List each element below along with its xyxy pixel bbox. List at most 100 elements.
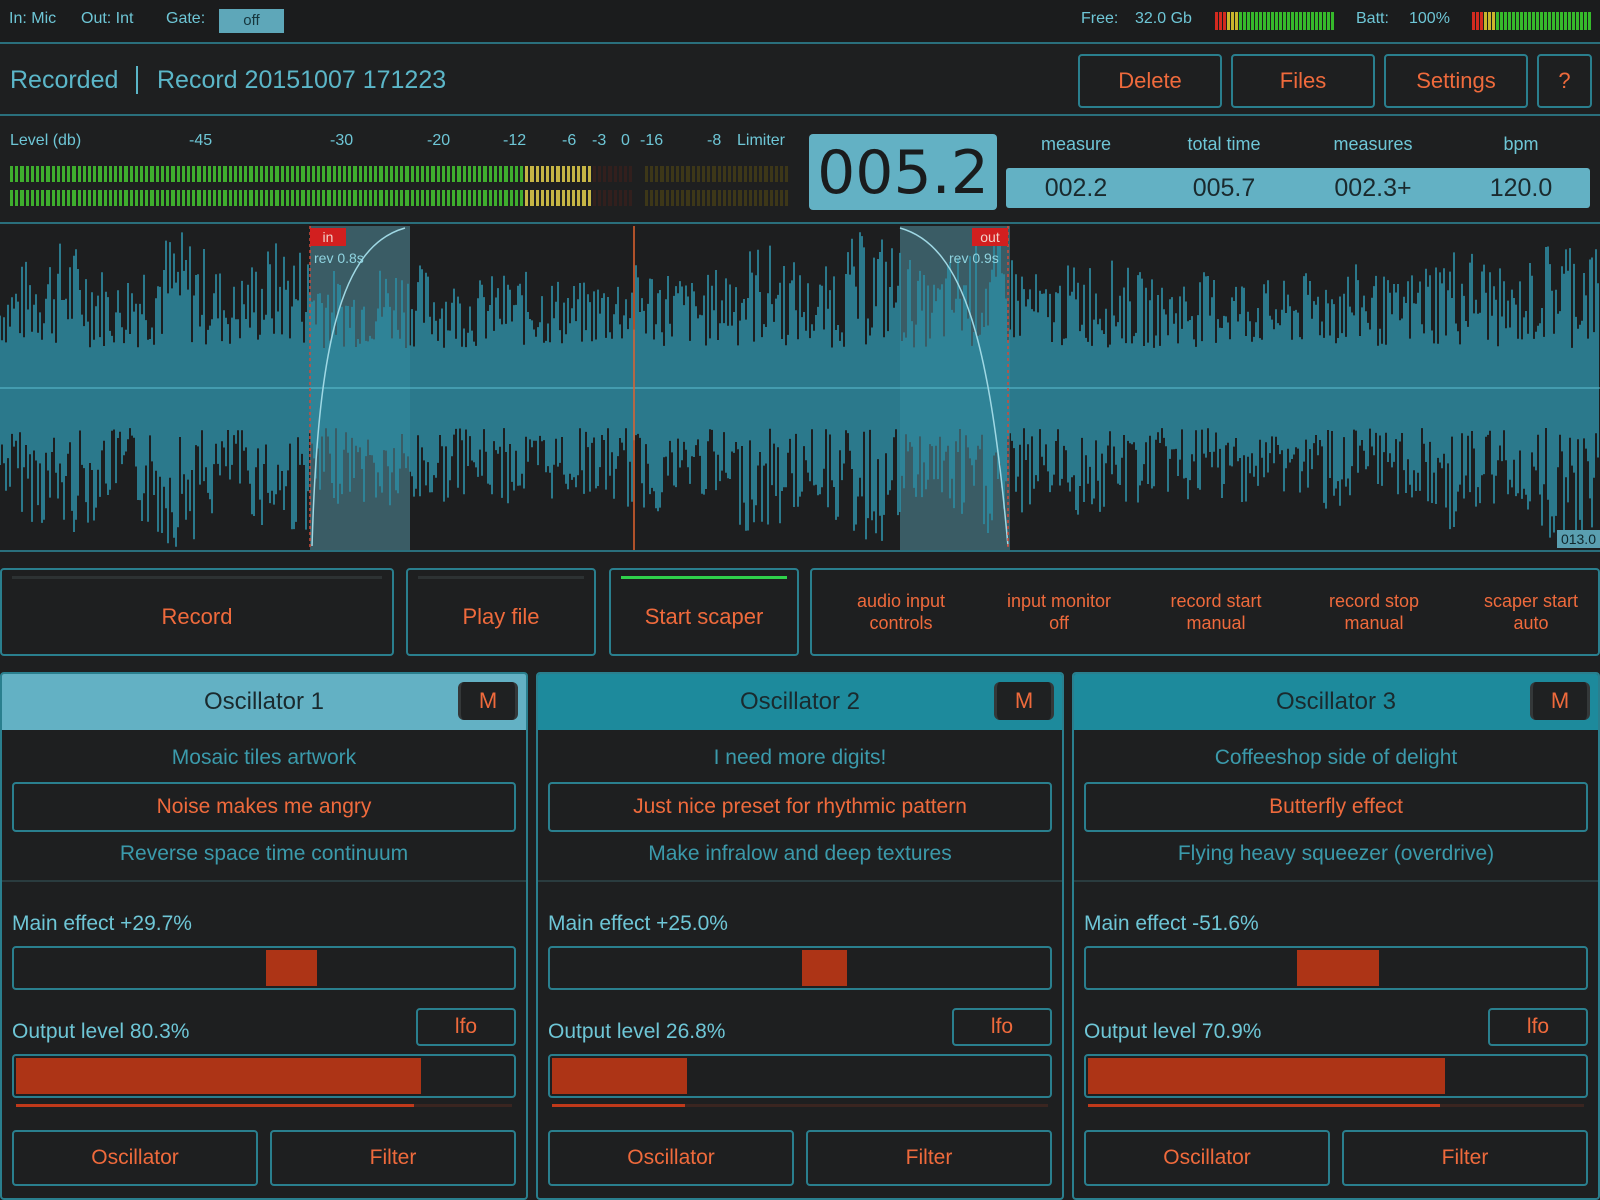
oscillator-button[interactable]: Oscillator	[548, 1130, 794, 1186]
record-button[interactable]: Record	[0, 568, 394, 656]
level-tick: -45	[189, 132, 213, 149]
free-space-value: 32.0 Gb	[1135, 10, 1192, 27]
filter-button[interactable]: Filter	[270, 1130, 516, 1186]
level-segment	[348, 166, 352, 182]
output-level-fill	[1088, 1058, 1446, 1094]
play-file-button[interactable]: Play file	[406, 568, 596, 656]
oscillator-panel: Oscillator 3 M Coffeeshop side of deligh…	[1072, 672, 1600, 1200]
level-segment	[186, 190, 191, 206]
current-preset[interactable]: Butterfly effect	[1084, 782, 1588, 832]
level-segment	[114, 166, 118, 182]
current-preset[interactable]: Noise makes me angry	[12, 782, 516, 832]
main-effect-slider[interactable]	[12, 946, 516, 990]
level-segment	[754, 166, 758, 182]
level-segment	[608, 190, 612, 206]
option-line: auto	[1513, 613, 1549, 633]
audio-input-controls-option[interactable]: audio input controls	[826, 590, 976, 634]
main-effect-label: Main effect +25.0%	[548, 912, 728, 935]
level-segment	[681, 166, 685, 182]
waveform-canvas[interactable]	[0, 226, 1600, 552]
previous-preset[interactable]: I need more digits!	[538, 746, 1062, 770]
lfo-button[interactable]: lfo	[416, 1008, 516, 1046]
next-preset[interactable]: Reverse space time continuum	[2, 842, 526, 866]
level-segment	[519, 166, 524, 182]
level-segment	[296, 166, 300, 182]
start-scaper-button[interactable]: Start scaper	[609, 568, 799, 656]
meter-segment	[1219, 12, 1222, 30]
previous-preset[interactable]: Coffeeshop side of delight	[1074, 746, 1598, 770]
recording-options-panel: audio input controls input monitor off r…	[810, 568, 1600, 656]
meter-segment	[1295, 12, 1298, 30]
option-line: controls	[869, 613, 933, 633]
level-segment	[311, 190, 315, 206]
output-level-label: Output level 26.8%	[548, 1020, 726, 1043]
level-segment	[207, 190, 211, 206]
total-time-value: 005.7	[1192, 174, 1256, 202]
level-segment	[478, 166, 482, 182]
level-segment	[577, 190, 581, 206]
level-segment	[702, 190, 706, 206]
level-segment	[166, 190, 170, 206]
next-preset[interactable]: Make infralow and deep textures	[538, 842, 1062, 866]
record-stop-option[interactable]: record stop manual	[1299, 590, 1449, 634]
input-source[interactable]: In: Mic	[9, 10, 56, 28]
level-segment	[358, 166, 362, 182]
output-level-slider[interactable]	[548, 1054, 1052, 1098]
battery-meter	[1472, 12, 1591, 30]
meter-segment	[1267, 12, 1270, 30]
meter-segment	[1319, 12, 1322, 30]
level-segment	[150, 166, 154, 182]
filter-button[interactable]: Filter	[1342, 1130, 1588, 1186]
level-tick: -30	[330, 132, 354, 149]
limiter-label: Limiter	[737, 132, 786, 149]
level-meter-panel: Level (db) -45 -30 -20 -12 -6 -3 0 -16 -…	[0, 118, 1600, 224]
input-monitor-option[interactable]: input monitor off	[984, 590, 1134, 634]
settings-button[interactable]: Settings	[1384, 54, 1528, 108]
level-segment	[509, 166, 513, 182]
previous-preset[interactable]: Mosaic tiles artwork	[2, 746, 526, 770]
current-preset[interactable]: Just nice preset for rhythmic pattern	[548, 782, 1052, 832]
gate-toggle[interactable]: off	[219, 9, 284, 33]
bpm-label: bpm	[1503, 134, 1539, 154]
mute-button[interactable]: M	[458, 682, 518, 720]
next-preset[interactable]: Flying heavy squeezer (overdrive)	[1074, 842, 1598, 866]
level-segment	[72, 190, 76, 206]
mute-button[interactable]: M	[994, 682, 1054, 720]
oscillator-button[interactable]: Oscillator	[12, 1130, 258, 1186]
out-marker[interactable]: out	[972, 228, 1008, 246]
mute-button[interactable]: M	[1530, 682, 1590, 720]
level-segment	[285, 166, 289, 182]
lfo-button[interactable]: lfo	[1488, 1008, 1588, 1046]
level-segment	[743, 166, 747, 182]
oscillator-button[interactable]: Oscillator	[1084, 1130, 1330, 1186]
measure-values-bar[interactable]: 002.2 005.7 002.3+ 120.0	[1006, 168, 1590, 208]
level-segment	[384, 166, 388, 182]
delete-button[interactable]: Delete	[1078, 54, 1222, 108]
level-segment	[696, 166, 701, 182]
output-indicator-fill	[16, 1104, 415, 1107]
separator	[1074, 880, 1598, 882]
help-button[interactable]: ?	[1537, 54, 1592, 108]
record-start-option[interactable]: record start manual	[1141, 590, 1291, 634]
level-segment	[738, 166, 742, 182]
filter-button[interactable]: Filter	[806, 1130, 1052, 1186]
scaper-start-option[interactable]: scaper start auto	[1456, 590, 1600, 634]
in-marker[interactable]: in	[310, 228, 346, 246]
lfo-button[interactable]: lfo	[952, 1008, 1052, 1046]
meter-segment	[1279, 12, 1282, 30]
waveform-view[interactable]: in out rev 0.8s rev 0.9s 013.0	[0, 226, 1600, 552]
transport-panel: Record Play file Start scaper audio inpu…	[0, 554, 1600, 664]
main-effect-slider[interactable]	[548, 946, 1052, 990]
in-reverb-label: rev 0.8s	[314, 250, 364, 266]
output-target[interactable]: Out: Int	[81, 10, 133, 28]
output-level-slider[interactable]	[12, 1054, 516, 1098]
option-line: record start	[1170, 591, 1262, 611]
level-segment	[36, 190, 40, 206]
output-level-slider[interactable]	[1084, 1054, 1588, 1098]
main-effect-slider[interactable]	[1084, 946, 1588, 990]
meter-segment	[1243, 12, 1246, 30]
level-segment	[233, 166, 237, 182]
files-button[interactable]: Files	[1231, 54, 1375, 108]
level-segment	[327, 166, 331, 182]
level-segment	[395, 190, 399, 206]
